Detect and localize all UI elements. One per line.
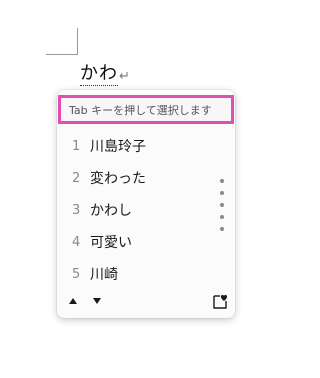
tab-hint-text: Tab キーを押して選択します — [69, 103, 212, 117]
candidate-number: 2 — [72, 170, 81, 186]
composition-text: かわ — [80, 63, 118, 86]
scroll-dot — [220, 227, 224, 231]
scroll-dot — [220, 215, 224, 219]
candidate-number: 1 — [72, 138, 81, 154]
candidate-number: 3 — [72, 202, 81, 218]
candidate-footer — [57, 290, 235, 314]
scroll-dot — [220, 179, 224, 183]
page-margin-corner — [46, 28, 78, 55]
candidate-number: 4 — [72, 234, 81, 250]
page-down-button[interactable] — [90, 294, 104, 308]
candidate-text: 変わった — [90, 171, 146, 187]
scroll-dots-indicator — [220, 179, 226, 231]
ime-candidate-window: Tab キーを押して選択します 1 川島玲子 2 変わった 3 かわし 4 可愛… — [57, 90, 235, 318]
candidate-item-3[interactable]: 3 かわし — [57, 194, 217, 226]
triangle-up-icon — [69, 298, 77, 304]
scroll-dot — [220, 203, 224, 207]
composition-line: かわ ↵ — [80, 62, 130, 86]
candidate-item-2[interactable]: 2 変わった — [57, 162, 217, 194]
tab-hint-bar: Tab キーを押して選択します — [58, 95, 234, 124]
page-up-button[interactable] — [66, 294, 80, 308]
candidate-number: 5 — [72, 266, 81, 282]
emoji-heart-icon — [213, 294, 228, 309]
candidate-text: 川崎 — [90, 267, 118, 283]
candidate-text: 可愛い — [90, 235, 132, 251]
candidate-item-1[interactable]: 1 川島玲子 — [57, 130, 217, 162]
scroll-dot — [220, 191, 224, 195]
candidate-item-4[interactable]: 4 可愛い — [57, 226, 217, 258]
triangle-down-icon — [93, 298, 101, 304]
paragraph-mark: ↵ — [119, 69, 130, 84]
candidate-list: 1 川島玲子 2 変わった 3 かわし 4 可愛い 5 川崎 — [57, 130, 217, 290]
candidate-text: 川島玲子 — [90, 139, 146, 155]
emoji-heart-button[interactable] — [211, 292, 229, 310]
candidate-text: かわし — [90, 203, 132, 219]
candidate-item-5[interactable]: 5 川崎 — [57, 258, 217, 290]
